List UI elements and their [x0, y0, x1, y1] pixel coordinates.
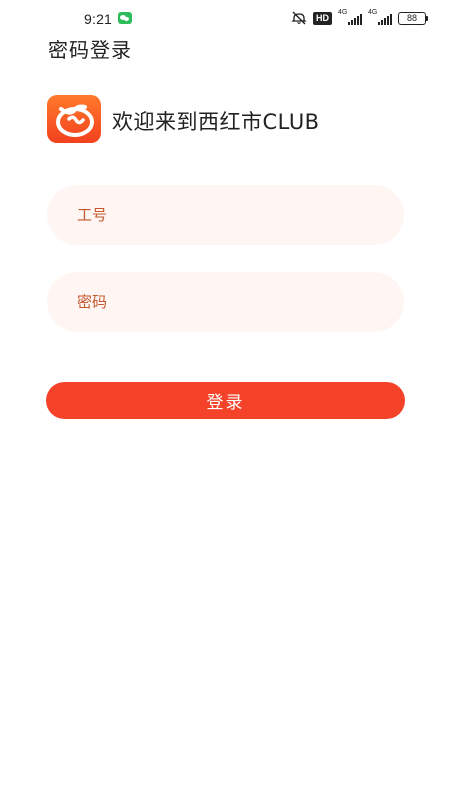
password-field[interactable] — [47, 272, 404, 332]
status-bar: 9:21 HD 4G 4G 88 — [0, 0, 450, 34]
login-screen: 9:21 HD 4G 4G 88 密码登录 欢迎来到西红市CLUB 工号 登录 — [0, 0, 450, 800]
employee-id-input[interactable] — [47, 185, 404, 245]
password-input[interactable] — [47, 272, 404, 332]
signal-sim2: 4G — [368, 9, 392, 25]
login-button[interactable]: 登录 — [46, 382, 405, 419]
page-title: 密码登录 — [48, 38, 132, 62]
network-type-label: 4G — [368, 9, 378, 16]
employee-id-field[interactable] — [47, 185, 404, 245]
battery-level: 88 — [406, 12, 417, 23]
hd-badge: HD — [313, 11, 332, 25]
welcome-text: 欢迎来到西红市CLUB — [112, 110, 320, 134]
status-time: 9:21 — [84, 11, 113, 27]
wechat-icon — [118, 12, 132, 24]
network-type-label: 4G — [338, 9, 348, 16]
signal-bars-icon — [378, 14, 392, 25]
signal-sim1: 4G — [338, 9, 362, 25]
battery-icon: 88 — [398, 11, 428, 25]
signal-bars-icon — [348, 14, 362, 25]
status-indicators: HD 4G 4G 88 — [291, 9, 428, 25]
tomato-logo-icon — [47, 95, 101, 143]
mute-icon — [291, 11, 307, 25]
